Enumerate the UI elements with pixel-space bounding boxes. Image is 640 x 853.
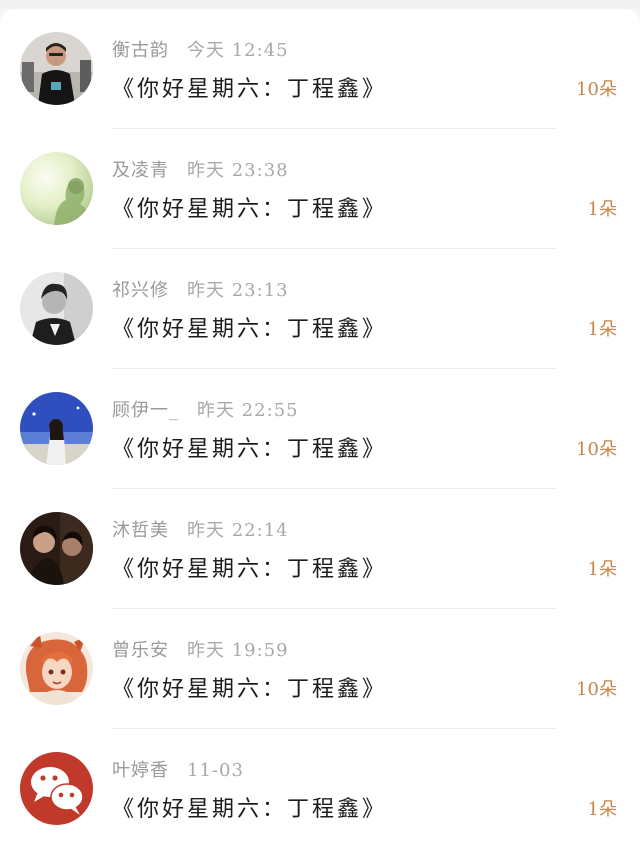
grayscale-portrait-avatar [20,272,93,345]
flower-count: 10朵 [576,79,617,100]
sea-girl-avatar [20,392,93,465]
list-item[interactable]: 叶婷香 11-03 《你好星期六：丁程鑫》 1朵 [0,729,640,849]
avatar[interactable] [20,752,93,825]
flower-count: 1朵 [587,319,617,340]
item-title: 《你好星期六：丁程鑫》 [112,797,388,822]
list-item[interactable]: 顾伊一_ 昨天 22:55 《你好星期六：丁程鑫》 10朵 [0,369,640,489]
sender-meta: 叶婷香 11-03 [112,756,244,784]
sender-name: 沐哲美 [112,520,169,541]
sender-name: 祁兴修 [112,280,169,301]
item-title: 《你好星期六：丁程鑫》 [112,197,388,222]
timestamp: 11-03 [187,760,244,781]
sender-name: 曾乐安 [112,640,169,661]
sender-meta: 祁兴修 昨天 23:13 [112,276,289,304]
sender-name: 衡古韵 [112,40,169,61]
sender-meta: 顾伊一_ 昨天 22:55 [112,396,299,424]
list-item[interactable]: 曾乐安 昨天 19:59 《你好星期六：丁程鑫》 10朵 [0,609,640,729]
avatar[interactable] [20,512,93,585]
avatar[interactable] [20,152,93,225]
sender-name: 及凌青 [112,160,169,181]
list-item[interactable]: 祁兴修 昨天 23:13 《你好星期六：丁程鑫》 1朵 [0,249,640,369]
avatar[interactable] [20,272,93,345]
list-item[interactable]: 及凌青 昨天 23:38 《你好星期六：丁程鑫》 1朵 [0,129,640,249]
anime-character-avatar [20,632,93,705]
flower-count: 1朵 [587,199,617,220]
silhouette-light-avatar [20,152,93,225]
sender-name: 叶婷香 [112,760,169,781]
item-title: 《你好星期六：丁程鑫》 [112,317,388,342]
list-item[interactable]: 沐哲美 昨天 22:14 《你好星期六：丁程鑫》 1朵 [0,489,640,609]
sender-meta: 衡古韵 今天 12:45 [112,36,289,64]
timestamp: 昨天 23:38 [187,160,289,181]
timestamp: 昨天 22:55 [197,400,299,421]
list-item[interactable]: 衡古韵 今天 12:45 《你好星期六：丁程鑫》 10朵 [0,9,640,129]
flower-count: 10朵 [576,439,617,460]
wechat-icon [20,752,93,825]
sender-meta: 及凌青 昨天 23:38 [112,156,289,184]
flower-count: 10朵 [576,679,617,700]
timestamp: 昨天 22:14 [187,520,289,541]
timestamp: 今天 12:45 [187,40,289,61]
dark-photo-avatar [20,512,93,585]
timestamp: 昨天 19:59 [187,640,289,661]
item-title: 《你好星期六：丁程鑫》 [112,557,388,582]
timestamp: 昨天 23:13 [187,280,289,301]
sender-name: 顾伊一_ [112,400,179,421]
flower-count: 1朵 [587,559,617,580]
item-title: 《你好星期六：丁程鑫》 [112,437,388,462]
top-strip [0,0,640,9]
item-title: 《你好星期六：丁程鑫》 [112,677,388,702]
man-portrait-avatar [20,32,93,105]
avatar[interactable] [20,32,93,105]
flower-count: 1朵 [587,799,617,820]
gift-list: 衡古韵 今天 12:45 《你好星期六：丁程鑫》 10朵 及凌青 昨天 23:3… [0,9,640,853]
sender-meta: 曾乐安 昨天 19:59 [112,636,289,664]
avatar[interactable] [20,392,93,465]
item-title: 《你好星期六：丁程鑫》 [112,77,388,102]
sender-meta: 沐哲美 昨天 22:14 [112,516,289,544]
avatar[interactable] [20,632,93,705]
